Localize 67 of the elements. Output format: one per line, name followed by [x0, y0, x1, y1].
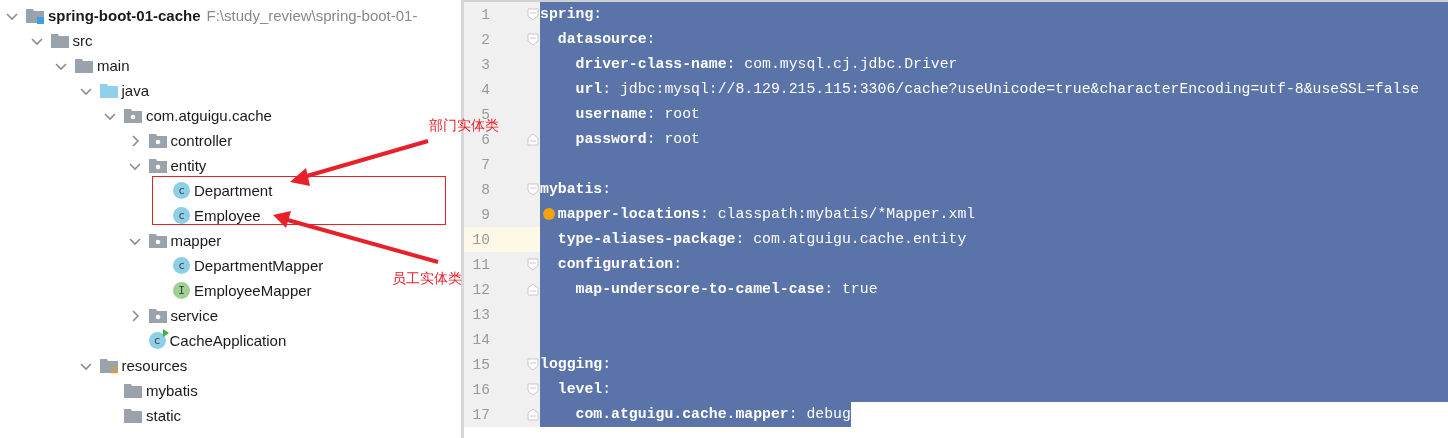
- tree-item[interactable]: Employee: [194, 207, 261, 224]
- line-number: 3: [480, 56, 490, 73]
- tree-item[interactable]: src: [72, 32, 93, 49]
- line-number: 11: [471, 256, 490, 273]
- line-number: 7: [480, 156, 490, 173]
- code-line: spring:: [540, 5, 603, 24]
- folder-icon: [99, 357, 118, 374]
- project-path: F:\study_review\spring-boot-01-: [206, 7, 418, 24]
- package-icon: [124, 107, 142, 124]
- run-icon: [162, 329, 169, 337]
- code-line: logging:: [540, 355, 612, 374]
- line-number: 2: [480, 31, 490, 48]
- code-line: username: root: [575, 105, 700, 124]
- code-line: map-underscore-to-camel-case: true: [575, 280, 878, 299]
- class-icon: c: [173, 207, 190, 224]
- line-number: 13: [471, 306, 490, 323]
- code-line: configuration:: [557, 255, 683, 274]
- tree-item[interactable]: controller: [170, 132, 233, 149]
- package-icon: [148, 307, 167, 324]
- class-icon: c: [173, 257, 190, 274]
- line-number: 4: [480, 81, 490, 98]
- tree-item[interactable]: entity: [170, 157, 207, 174]
- tree-item[interactable]: resources: [121, 357, 188, 374]
- tree-item[interactable]: spring-boot-01-cache: [48, 7, 201, 24]
- code-line: driver-class-name: com.mysql.cj.jdbc.Driver: [575, 55, 958, 74]
- tree-item[interactable]: Department: [194, 182, 273, 199]
- line-number: 8: [480, 181, 490, 198]
- tree-item[interactable]: service: [170, 307, 218, 324]
- package-icon: [148, 132, 167, 149]
- line-number: 10: [471, 231, 490, 248]
- bulb-icon[interactable]: [543, 208, 555, 220]
- tree-item[interactable]: CacheApplication: [169, 332, 287, 349]
- tree-item[interactable]: static: [146, 407, 181, 424]
- folder-icon: [75, 57, 93, 74]
- line-number: 17: [471, 406, 490, 423]
- code-line: mapper-locations: classpath:mybatis/*Mapper.xml: [557, 205, 976, 224]
- line-number: 9: [480, 206, 490, 223]
- tree-item[interactable]: java: [121, 82, 150, 99]
- interface-icon: I: [173, 282, 190, 299]
- tree-item[interactable]: EmployeeMapper: [194, 282, 312, 299]
- code-line: password: root: [575, 130, 700, 149]
- folder-icon: [99, 82, 118, 99]
- line-number: 15: [471, 356, 490, 373]
- tree-item[interactable]: DepartmentMapper: [194, 257, 324, 274]
- line-number: 12: [471, 281, 490, 298]
- line-number: 14: [471, 331, 490, 348]
- folder-icon: [124, 407, 142, 424]
- line-number: 16: [471, 381, 490, 398]
- class-icon: c: [148, 332, 166, 349]
- folder-icon: [26, 7, 44, 24]
- code-line: level:: [557, 380, 612, 399]
- tree-item[interactable]: com.atguigu.cache: [146, 107, 272, 124]
- folder-icon: [50, 32, 69, 49]
- annotation-label: 员工实体类: [392, 271, 462, 286]
- class-icon: c: [173, 182, 190, 199]
- code-line: type-aliases-package: com.atguigu.cache.entity: [557, 230, 967, 249]
- line-number: 1: [480, 6, 490, 23]
- line-number: 6: [481, 131, 490, 148]
- tree-item[interactable]: mapper: [170, 232, 222, 249]
- code-line: url: jdbc:mysql://8.129.215.115:3306/cache?useUnicode=true&characterEncoding=utf-8&useSSL=false: [575, 80, 1420, 99]
- code-line: mybatis:: [540, 180, 612, 199]
- tree-item[interactable]: mybatis: [146, 382, 198, 399]
- tree-item[interactable]: main: [97, 57, 130, 74]
- folder-icon: [124, 382, 142, 399]
- package-icon: [148, 157, 167, 174]
- code-line: datasource:: [557, 30, 656, 49]
- package-icon: [148, 232, 167, 249]
